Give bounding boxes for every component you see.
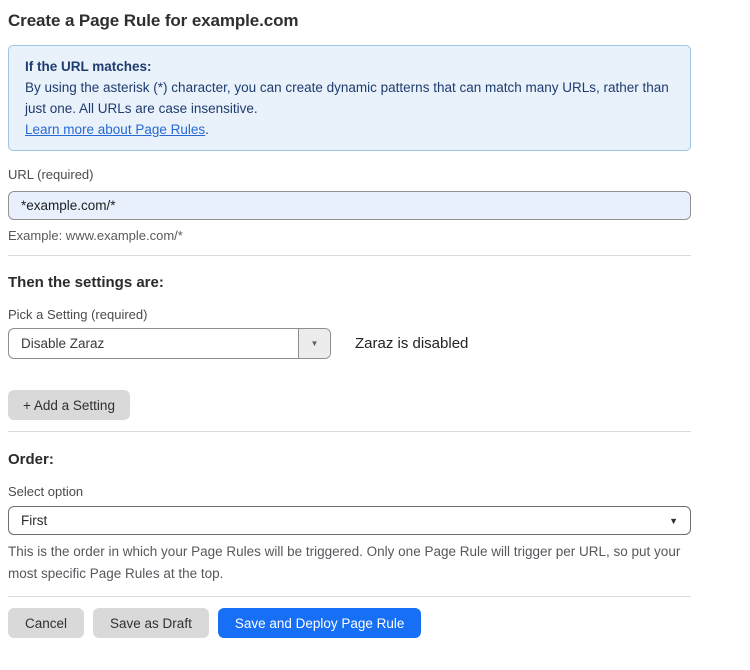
order-description: This is the order in which your Page Rul…: [8, 541, 691, 585]
url-match-info-box: If the URL matches: By using the asteris…: [8, 45, 691, 151]
settings-heading: Then the settings are:: [8, 274, 691, 291]
learn-more-link[interactable]: Learn more about Page Rules: [25, 122, 205, 137]
divider: [8, 431, 691, 432]
setting-select-value: Disable Zaraz: [9, 329, 298, 358]
divider: [8, 596, 691, 597]
save-as-draft-button[interactable]: Save as Draft: [93, 608, 209, 638]
setting-select-row: Disable Zaraz ▼ Zaraz is disabled: [8, 328, 691, 359]
info-box-heading: If the URL matches:: [25, 56, 674, 77]
setting-status-text: Zaraz is disabled: [355, 335, 468, 352]
page-rule-form: Create a Page Rule for example.com If th…: [8, 0, 691, 638]
order-select-label: Select option: [8, 484, 691, 500]
chevron-down-icon: ▼: [311, 339, 319, 348]
order-select-value: First: [21, 513, 47, 528]
page-title: Create a Page Rule for example.com: [8, 11, 691, 31]
form-actions: Cancel Save as Draft Save and Deploy Pag…: [8, 608, 691, 638]
cancel-button[interactable]: Cancel: [8, 608, 84, 638]
add-setting-button[interactable]: + Add a Setting: [8, 390, 130, 420]
order-heading: Order:: [8, 451, 691, 468]
url-label: URL (required): [8, 167, 691, 183]
divider: [8, 255, 691, 256]
chevron-down-icon: ▼: [669, 516, 678, 526]
save-and-deploy-button[interactable]: Save and Deploy Page Rule: [218, 608, 422, 638]
url-input[interactable]: [8, 191, 691, 220]
url-example: Example: www.example.com/*: [8, 228, 691, 244]
setting-select[interactable]: Disable Zaraz ▼: [8, 328, 331, 359]
setting-select-arrow-button[interactable]: ▼: [298, 329, 330, 358]
link-suffix: .: [205, 122, 209, 137]
setting-picker-label: Pick a Setting (required): [8, 307, 691, 323]
info-box-link-line: Learn more about Page Rules.: [25, 119, 674, 140]
info-box-body: By using the asterisk (*) character, you…: [25, 77, 674, 119]
order-select[interactable]: First ▼: [8, 506, 691, 535]
